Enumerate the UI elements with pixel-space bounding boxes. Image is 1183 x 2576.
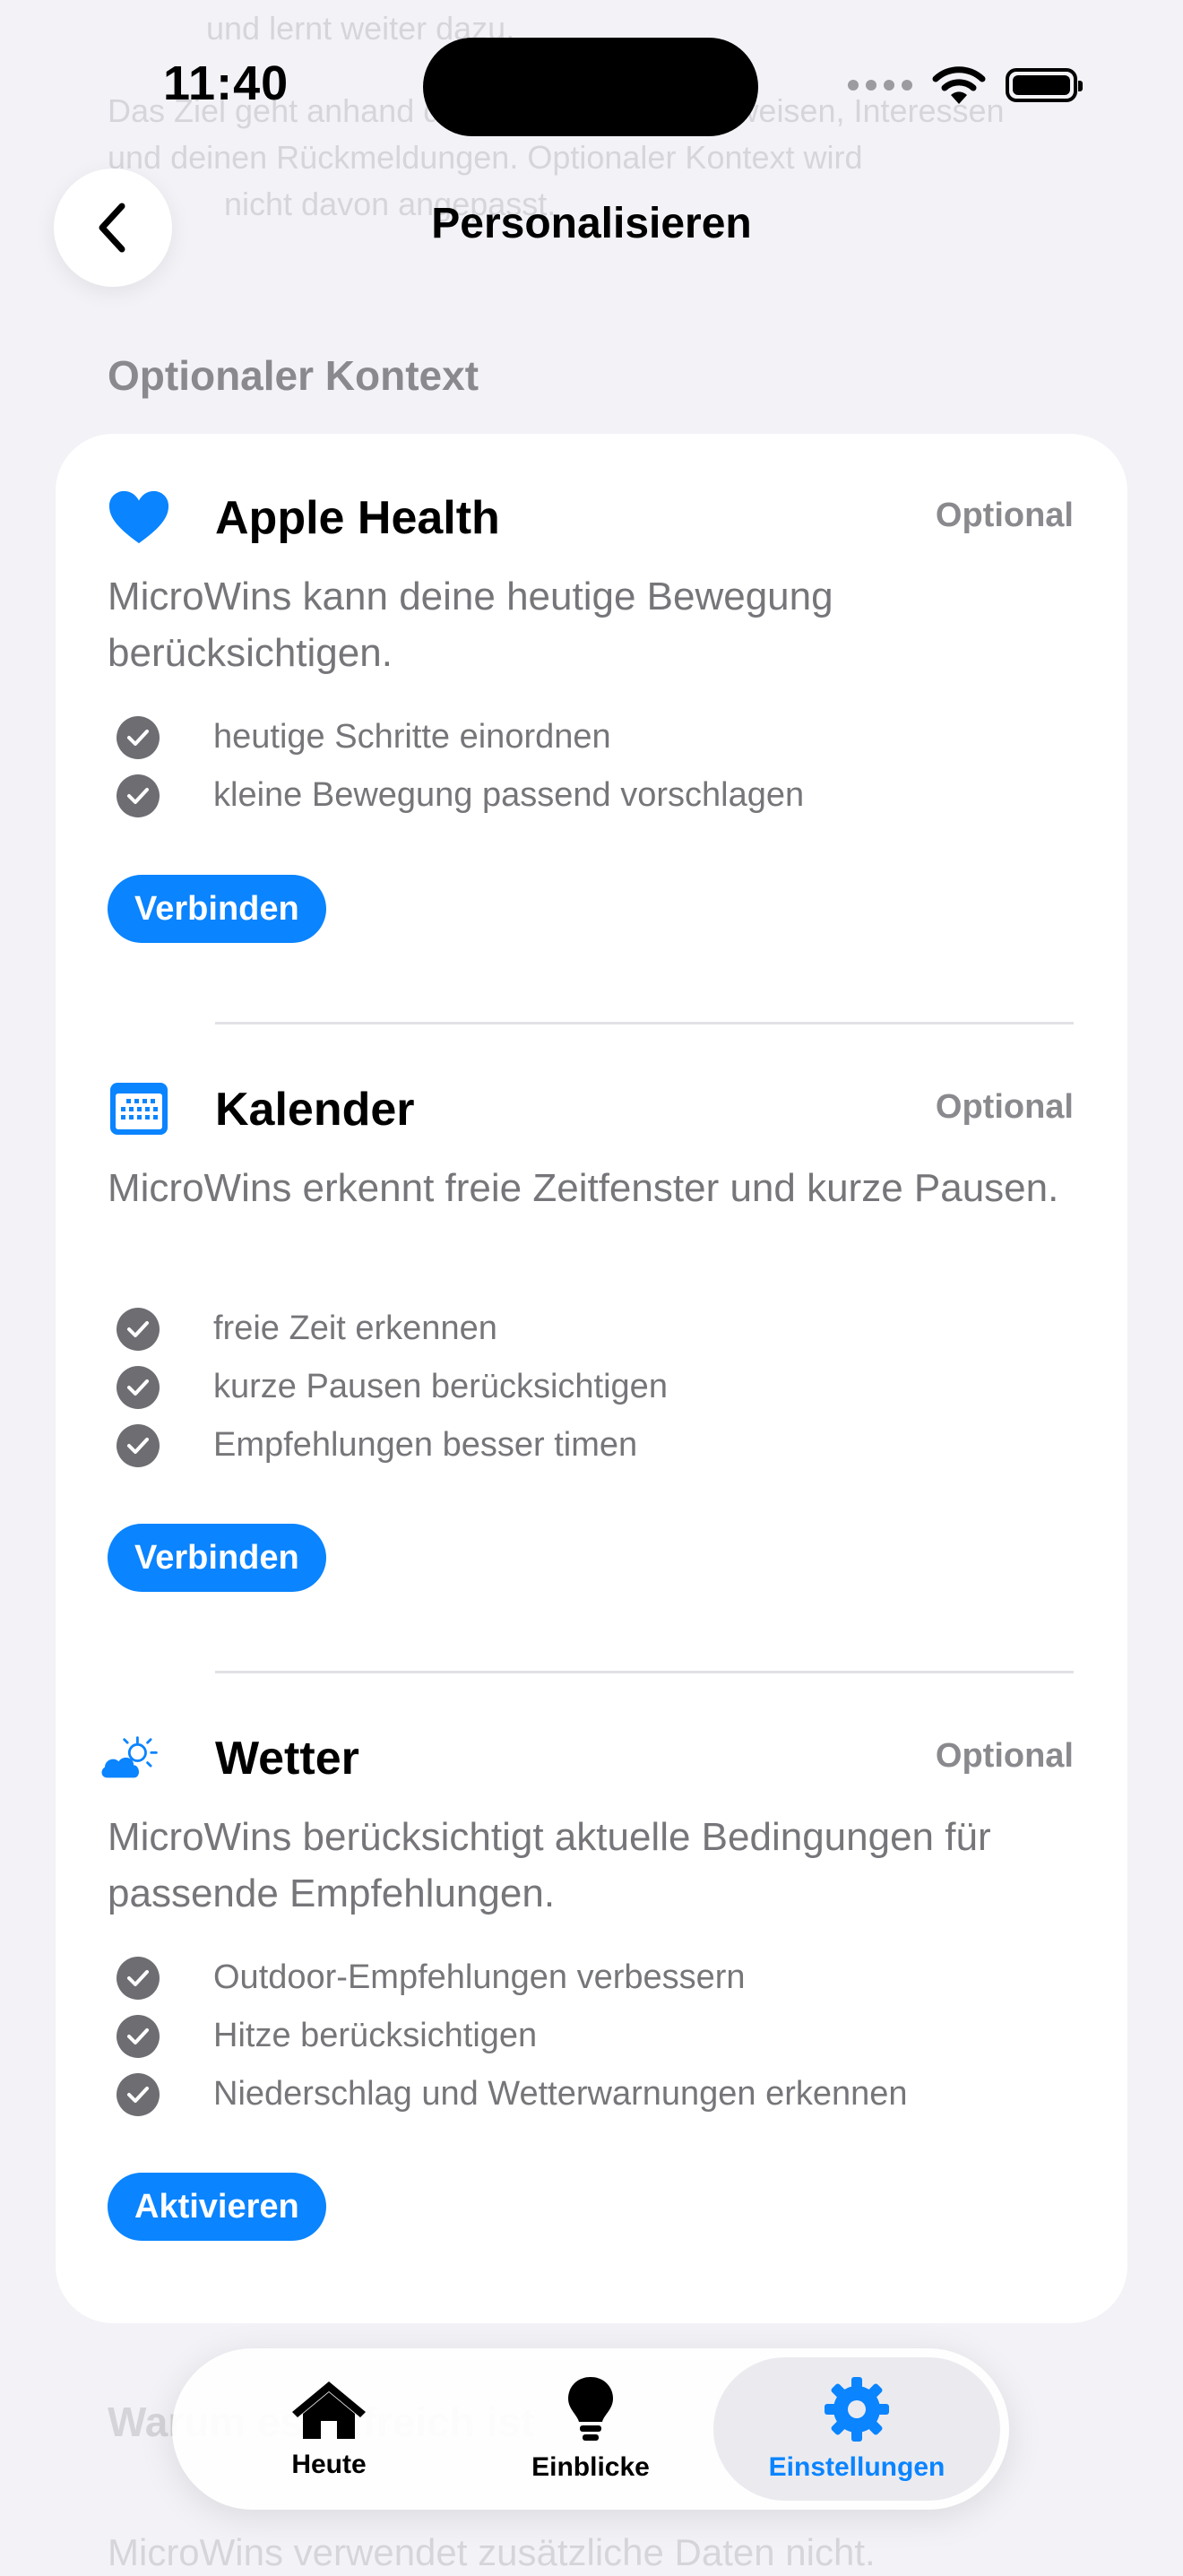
feature-item: kleine Bewegung passend vorschlagen xyxy=(117,766,804,825)
connect-button[interactable]: Verbinden xyxy=(108,1524,326,1592)
optional-badge: Optional xyxy=(935,1737,1074,1775)
optional-badge: Optional xyxy=(935,497,1074,534)
feature-list: heutige Schritte einordnen kleine Bewegu… xyxy=(117,708,804,825)
feature-text: freie Zeit erkennen xyxy=(213,1310,497,1347)
battery-icon xyxy=(1006,68,1083,102)
feature-text: Empfehlungen besser timen xyxy=(213,1426,638,1464)
tab-label: Einblicke xyxy=(531,2452,650,2482)
optional-badge: Optional xyxy=(935,1088,1074,1126)
page-title: Personalisieren xyxy=(431,200,752,247)
background-text: MicroWins verwendet zusätzliche Daten ni… xyxy=(108,2531,876,2573)
divider xyxy=(215,1671,1074,1673)
checkmark-icon xyxy=(117,1365,160,1409)
checkmark-icon xyxy=(117,1423,160,1467)
signal-icon xyxy=(848,80,912,91)
feature-item: kurze Pausen berücksichtigen xyxy=(117,1358,668,1416)
tab-bar: Heute Einblicke Einstellungen xyxy=(172,2348,1009,2510)
feature-item: heutige Schritte einordnen xyxy=(117,708,804,766)
heart-icon xyxy=(108,486,170,549)
feature-text: kleine Bewegung passend vorschlagen xyxy=(213,776,805,814)
wifi-icon xyxy=(932,66,986,104)
tab-einstellungen[interactable]: Einstellungen xyxy=(713,2357,1000,2501)
checkmark-icon xyxy=(117,2014,160,2058)
feature-list: freie Zeit erkennen kurze Pausen berücks… xyxy=(117,1300,668,1474)
feature-item: freie Zeit erkennen xyxy=(117,1300,668,1358)
divider xyxy=(215,1022,1074,1024)
calendar-icon xyxy=(108,1077,170,1140)
integration-title: Wetter xyxy=(215,1733,359,1785)
status-icons xyxy=(848,63,1083,108)
feature-item: Outdoor-Empfehlungen verbessern xyxy=(117,1949,908,2007)
checkmark-icon xyxy=(117,2072,160,2116)
status-bar: 11:40 xyxy=(0,0,1183,170)
checkmark-icon xyxy=(117,715,160,759)
feature-item: Hitze berücksichtigen xyxy=(117,2007,908,2065)
gear-icon xyxy=(825,2377,889,2442)
feature-text: heutige Schritte einordnen xyxy=(213,718,611,756)
feature-text: kurze Pausen berücksichtigen xyxy=(213,1368,668,1405)
tab-einblicke[interactable]: Einblicke xyxy=(479,2348,703,2510)
feature-item: Niederschlag und Wetterwarnungen erkenne… xyxy=(117,2065,908,2123)
checkmark-icon xyxy=(117,1956,160,2000)
checkmark-icon xyxy=(117,1307,160,1351)
feature-text: Outdoor-Empfehlungen verbessern xyxy=(213,1958,746,1996)
integrations-card: Apple Health Optional MicroWins kann dei… xyxy=(56,434,1127,2323)
tab-label: Einstellungen xyxy=(768,2452,946,2482)
tab-label: Heute xyxy=(291,2450,367,2479)
tab-heute[interactable]: Heute xyxy=(217,2348,441,2510)
feature-item: Empfehlungen besser timen xyxy=(117,1416,668,1474)
checkmark-icon xyxy=(117,774,160,817)
section-header: Optionaler Kontext xyxy=(108,352,479,399)
integration-title: Kalender xyxy=(215,1084,415,1136)
integration-description: MicroWins erkennt freie Zeitfenster und … xyxy=(108,1166,1059,1210)
feature-list: Outdoor-Empfehlungen verbessern Hitze be… xyxy=(117,1949,908,2123)
dynamic-island xyxy=(423,38,758,136)
connect-button[interactable]: Verbinden xyxy=(108,875,326,943)
house-icon xyxy=(292,2382,366,2439)
integration-description: MicroWins berücksichtigt aktuelle Beding… xyxy=(108,1815,991,1915)
status-time: 11:40 xyxy=(163,56,289,110)
feature-text: Niederschlag und Wetterwarnungen erkenne… xyxy=(213,2075,908,2113)
lightbulb-icon xyxy=(568,2377,613,2441)
feature-text: Hitze berücksichtigen xyxy=(213,2017,538,2054)
weather-icon xyxy=(99,1726,161,1789)
activate-button[interactable]: Aktivieren xyxy=(108,2173,326,2241)
integration-description: MicroWins kann deine heutige Bewegung be… xyxy=(108,575,833,675)
integration-title: Apple Health xyxy=(215,492,500,544)
